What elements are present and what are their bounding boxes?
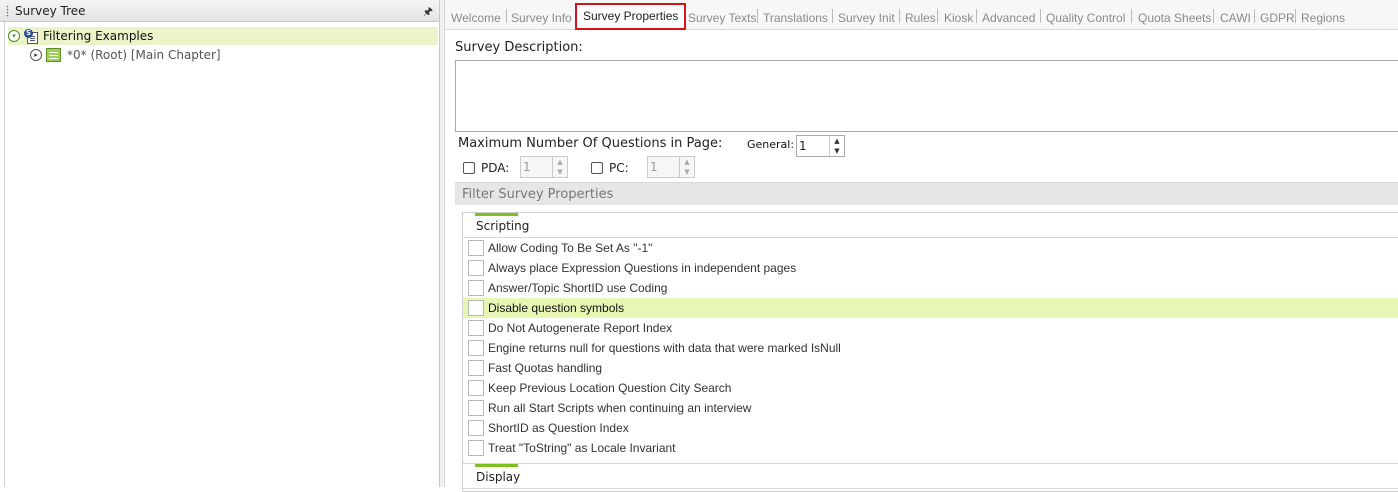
grip-icon[interactable]: [6, 4, 9, 17]
pda-spinner[interactable]: 1 ▲ ▼: [520, 156, 568, 178]
filter-section-header: Filter Survey Properties: [455, 182, 1398, 205]
property-checkbox[interactable]: [468, 300, 484, 316]
pc-spinner[interactable]: 1 ▲ ▼: [647, 156, 695, 178]
property-checkbox[interactable]: [468, 340, 484, 356]
spin-down-icon[interactable]: ▼: [553, 167, 567, 177]
max-questions-label: Maximum Number Of Questions in Page:: [458, 136, 723, 151]
group-label: Display: [476, 470, 521, 484]
property-row[interactable]: Fast Quotas handling: [463, 358, 1398, 378]
expand-toggle-icon[interactable]: ▸: [30, 49, 42, 61]
property-row[interactable]: ShortID as Question Index: [463, 418, 1398, 438]
tab-quota-sheets[interactable]: Quota Sheets: [1138, 11, 1211, 25]
pin-icon[interactable]: 🖈: [423, 3, 433, 22]
property-checkbox[interactable]: [468, 280, 484, 296]
group-scripting[interactable]: Scripting: [463, 213, 1398, 238]
tab-quality-control[interactable]: Quality Control: [1046, 11, 1125, 25]
survey-tree-panel: Survey Tree 🖈 ▾ S Filtering Examples ▸ *…: [0, 0, 440, 487]
property-label: Allow Coding To Be Set As "-1": [488, 241, 653, 255]
tab-regions[interactable]: Regions: [1301, 11, 1345, 25]
property-label: Always place Expression Questions in ind…: [488, 261, 797, 275]
property-checkbox[interactable]: [468, 380, 484, 396]
property-row[interactable]: Keep Previous Location Question City Sea…: [463, 378, 1398, 398]
spin-up-icon[interactable]: ▲: [680, 157, 694, 167]
survey-description-label: Survey Description:: [455, 40, 583, 55]
group-label: Scripting: [476, 219, 530, 233]
tab-cawi[interactable]: CAWI: [1220, 11, 1251, 25]
general-spinner[interactable]: 1 ▲ ▼: [796, 135, 845, 157]
property-row[interactable]: Allow Coding To Be Set As "-1": [463, 238, 1398, 258]
property-row[interactable]: Always place Expression Questions in ind…: [463, 258, 1398, 278]
property-row[interactable]: Answer/Topic ShortID use Coding: [463, 278, 1398, 298]
pc-label: PC:: [609, 161, 629, 175]
pc-checkbox[interactable]: [591, 162, 603, 174]
property-label: Keep Previous Location Question City Sea…: [488, 381, 732, 395]
group-accent-bar: [475, 464, 518, 467]
spin-down-icon[interactable]: ▼: [680, 167, 694, 177]
tab-rules[interactable]: Rules: [905, 11, 936, 25]
property-checkbox[interactable]: [468, 360, 484, 376]
property-label: Disable question symbols: [488, 301, 625, 315]
property-checkbox[interactable]: [468, 440, 484, 456]
tab-translations[interactable]: Translations: [763, 11, 828, 25]
survey-tree-header: Survey Tree 🖈: [0, 0, 439, 22]
property-label: Fast Quotas handling: [488, 361, 603, 375]
tab-strip: Welcome Survey Info Survey Properties Su…: [445, 0, 1398, 30]
survey-editor: Welcome Survey Info Survey Properties Su…: [445, 0, 1398, 492]
property-label: ShortID as Question Index: [488, 421, 629, 435]
pda-label: PDA:: [481, 161, 510, 175]
pda-checkbox[interactable]: [463, 162, 475, 174]
panel-title: Survey Tree: [15, 3, 86, 18]
property-label: Run all Start Scripts when continuing an…: [488, 401, 752, 415]
property-checkbox[interactable]: [468, 400, 484, 416]
property-label: Answer/Topic ShortID use Coding: [488, 281, 668, 295]
tree-item-survey[interactable]: ▾ S Filtering Examples: [8, 27, 438, 45]
general-label: General:: [747, 138, 795, 151]
property-checkbox[interactable]: [468, 420, 484, 436]
tab-survey-texts[interactable]: Survey Texts: [688, 11, 756, 25]
property-row[interactable]: Treat "ToString" as Locale Invariant: [463, 438, 1398, 458]
tab-survey-init[interactable]: Survey Init: [838, 11, 895, 25]
properties-panel: Scripting Allow Coding To Be Set As "-1"…: [462, 212, 1398, 492]
spin-down-icon[interactable]: ▼: [830, 146, 844, 156]
tab-gdpr[interactable]: GDPR: [1260, 11, 1295, 25]
chapter-icon: [46, 48, 61, 62]
property-row[interactable]: Engine returns null for questions with d…: [463, 338, 1398, 358]
property-row[interactable]: Run all Start Scripts when continuing an…: [463, 398, 1398, 418]
group-display[interactable]: Display: [463, 463, 1398, 489]
property-row[interactable]: Do Not Autogenerate Report Index: [463, 318, 1398, 338]
property-checkbox[interactable]: [468, 260, 484, 276]
spin-up-icon[interactable]: ▲: [553, 157, 567, 167]
tab-kiosk[interactable]: Kiosk: [944, 11, 973, 25]
pc-value: 1: [650, 160, 658, 174]
tree-item-root-chapter[interactable]: ▸ *0* (Root) [Main Chapter]: [30, 46, 221, 64]
filter-section-title: Filter Survey Properties: [462, 187, 614, 202]
group-accent-bar: [475, 213, 518, 216]
survey-icon: S: [24, 28, 39, 44]
property-row-selected[interactable]: Disable question symbols: [463, 298, 1398, 318]
tab-welcome[interactable]: Welcome: [451, 11, 501, 25]
pda-value: 1: [523, 160, 531, 174]
tab-advanced[interactable]: Advanced: [982, 11, 1035, 25]
property-label: Engine returns null for questions with d…: [488, 341, 841, 355]
expand-toggle-icon[interactable]: ▾: [8, 30, 20, 42]
general-value: 1: [799, 139, 807, 153]
tree-item-label: *0* (Root) [Main Chapter]: [67, 48, 221, 62]
property-label: Do Not Autogenerate Report Index: [488, 321, 673, 335]
tab-survey-info[interactable]: Survey Info: [511, 11, 572, 25]
spin-up-icon[interactable]: ▲: [830, 136, 844, 146]
tab-survey-properties[interactable]: Survey Properties: [574, 3, 687, 30]
survey-description-field[interactable]: [455, 60, 1398, 132]
tree-item-label: Filtering Examples: [43, 29, 154, 43]
property-label: Treat "ToString" as Locale Invariant: [488, 441, 676, 455]
property-checkbox[interactable]: [468, 320, 484, 336]
property-checkbox[interactable]: [468, 240, 484, 256]
